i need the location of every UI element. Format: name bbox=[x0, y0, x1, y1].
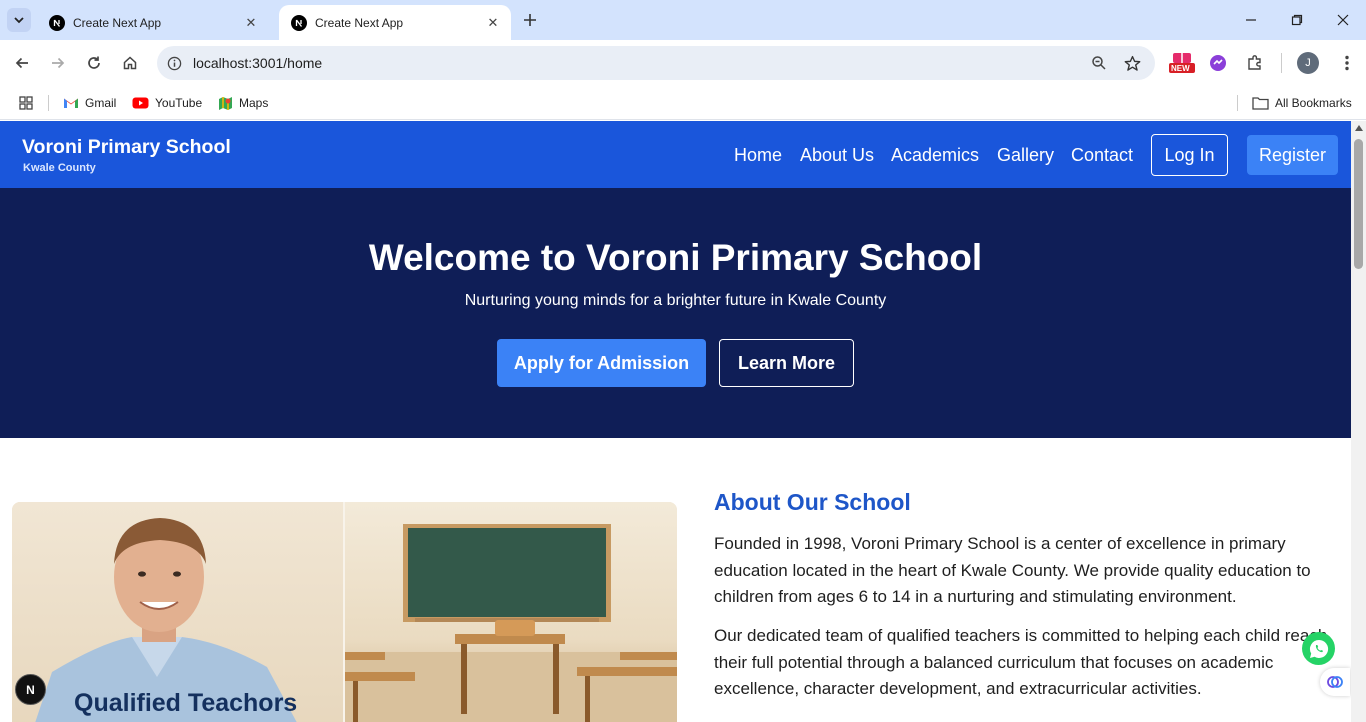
url-text[interactable]: localhost:3001/home bbox=[193, 55, 322, 71]
page-viewport: Voroni Primary School Kwale County Home … bbox=[0, 121, 1351, 722]
login-button[interactable]: Log In bbox=[1151, 134, 1228, 176]
apps-grid-icon bbox=[19, 96, 33, 110]
classroom-photo bbox=[345, 502, 677, 722]
plus-icon bbox=[524, 14, 536, 26]
nav-gallery[interactable]: Gallery bbox=[997, 145, 1054, 166]
tab-title: Create Next App bbox=[73, 15, 162, 30]
close-icon bbox=[1337, 14, 1349, 26]
youtube-icon bbox=[132, 97, 149, 109]
forward-button[interactable] bbox=[44, 49, 72, 77]
gmail-icon bbox=[64, 98, 78, 108]
site-header: Voroni Primary School Kwale County Home … bbox=[0, 121, 1351, 188]
about-paragraph: Founded in 1998, Voroni Primary School i… bbox=[714, 534, 1311, 606]
bookmarks-divider bbox=[48, 95, 49, 111]
nav-about-us[interactable]: About Us bbox=[800, 145, 874, 166]
home-button[interactable] bbox=[116, 49, 144, 77]
whatsapp-button[interactable] bbox=[1302, 632, 1335, 665]
tab-title: Create Next App bbox=[315, 15, 404, 30]
classroom-illustration bbox=[345, 524, 677, 722]
nextjs-favicon-icon bbox=[49, 14, 65, 31]
whatsapp-icon bbox=[1309, 639, 1328, 658]
scroll-up-arrow-icon[interactable] bbox=[1354, 125, 1363, 131]
about-title: About Our School bbox=[714, 489, 911, 515]
back-button[interactable] bbox=[8, 49, 36, 77]
apps-button[interactable] bbox=[18, 93, 34, 113]
minimize-button[interactable] bbox=[1228, 0, 1274, 40]
extensions-puzzle-icon[interactable] bbox=[1243, 51, 1267, 75]
apply-for-admission-button[interactable]: Apply for Admission bbox=[497, 339, 706, 387]
close-icon[interactable]: ✕ bbox=[241, 13, 261, 33]
more-vertical-icon bbox=[1345, 55, 1349, 71]
hero-subtitle: Nurturing young minds for a brighter fut… bbox=[464, 292, 887, 309]
chat-extension-icon[interactable] bbox=[1206, 51, 1230, 75]
browser-toolbar: localhost:3001/home NEW J bbox=[0, 40, 1366, 86]
gift-extension-icon[interactable]: NEW bbox=[1168, 51, 1196, 75]
tab-search-button[interactable] bbox=[7, 8, 31, 32]
bookmarks-bar: Gmail YouTube Maps All Bookmarks bbox=[0, 86, 1366, 120]
site-info-icon[interactable] bbox=[164, 53, 184, 73]
arrow-left-icon bbox=[15, 57, 28, 69]
chevron-down-icon bbox=[14, 17, 24, 24]
hero-section: Welcome to Voroni Primary School Nurturi… bbox=[0, 188, 1351, 438]
restore-icon bbox=[1291, 14, 1303, 26]
nextjs-favicon-icon bbox=[291, 14, 307, 31]
bookmark-label: Maps bbox=[239, 96, 269, 110]
tab-strip: Create Next App ✕ Create Next App ✕ bbox=[0, 0, 1366, 40]
tab-inactive[interactable]: Create Next App ✕ bbox=[37, 5, 269, 40]
restore-button[interactable] bbox=[1274, 0, 1320, 40]
assistant-extension-button[interactable] bbox=[1320, 668, 1350, 696]
bookmark-star-icon[interactable] bbox=[1122, 53, 1142, 73]
folder-icon bbox=[1252, 97, 1269, 110]
hero-title: Welcome to Voroni Primary School bbox=[368, 237, 983, 278]
browser-menu-button[interactable] bbox=[1335, 51, 1359, 75]
address-bar[interactable]: localhost:3001/home bbox=[157, 46, 1155, 80]
profile-avatar[interactable]: J bbox=[1296, 51, 1320, 75]
brand-subtitle: Kwale County bbox=[23, 162, 96, 174]
page-scrollbar[interactable] bbox=[1351, 121, 1366, 722]
new-tab-button[interactable] bbox=[518, 8, 542, 32]
close-icon[interactable]: ✕ bbox=[483, 13, 503, 33]
reload-icon bbox=[88, 56, 100, 69]
register-button[interactable]: Register bbox=[1247, 135, 1338, 175]
maps-icon bbox=[219, 96, 232, 110]
brand-title[interactable]: Voroni Primary School bbox=[22, 136, 231, 159]
all-bookmarks-label: All Bookmarks bbox=[1275, 96, 1352, 110]
brain-icon bbox=[1327, 676, 1343, 688]
zoom-icon[interactable] bbox=[1089, 53, 1109, 73]
arrow-right-icon bbox=[52, 57, 65, 69]
learn-more-button[interactable]: Learn More bbox=[719, 339, 854, 387]
tab-active[interactable]: Create Next App ✕ bbox=[279, 5, 511, 40]
reload-button[interactable] bbox=[80, 49, 108, 77]
home-icon bbox=[123, 56, 137, 70]
nav-academics[interactable]: Academics bbox=[891, 145, 979, 166]
all-bookmarks-button[interactable]: All Bookmarks bbox=[1252, 93, 1352, 113]
bookmarks-divider bbox=[1237, 95, 1238, 111]
avatar-initial: J bbox=[1297, 52, 1319, 74]
nav-contact[interactable]: Contact bbox=[1071, 145, 1133, 166]
toolbar-divider bbox=[1281, 53, 1282, 73]
bookmark-maps[interactable]: Maps bbox=[218, 93, 268, 113]
new-badge: NEW bbox=[1171, 64, 1190, 73]
about-school-image: Qualified Teachors bbox=[12, 502, 677, 722]
about-paragraph: Our dedicated team of qualified teachers… bbox=[714, 626, 1328, 698]
minimize-icon bbox=[1246, 19, 1256, 21]
bookmark-label: Gmail bbox=[85, 96, 117, 110]
bookmark-gmail[interactable]: Gmail bbox=[63, 93, 116, 113]
bookmark-label: YouTube bbox=[155, 96, 203, 110]
nextjs-dev-indicator[interactable]: N bbox=[15, 674, 46, 705]
close-window-button[interactable] bbox=[1320, 0, 1366, 40]
scrollbar-thumb[interactable] bbox=[1354, 139, 1363, 269]
nav-home[interactable]: Home bbox=[734, 145, 782, 166]
image-caption: Qualified Teachors bbox=[74, 689, 298, 717]
bookmark-youtube[interactable]: YouTube bbox=[132, 93, 202, 113]
